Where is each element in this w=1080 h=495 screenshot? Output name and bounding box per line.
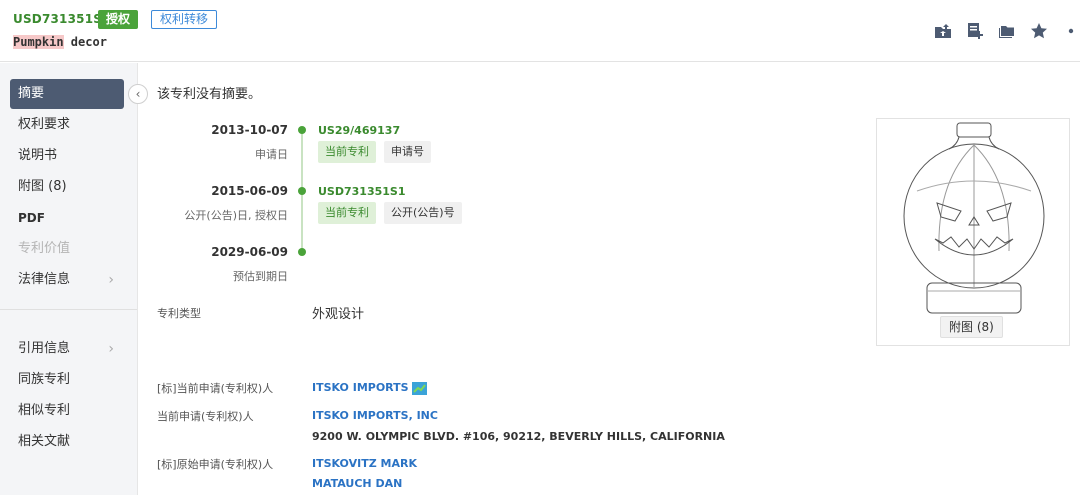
chevron-right-icon: › <box>108 272 114 288</box>
publication-number-link[interactable]: USD731351S1 <box>318 185 405 198</box>
transfer-badge[interactable]: 权利转移 <box>151 10 218 29</box>
original-applicant-label: [标]原始申请(专利权)人 <box>157 458 274 471</box>
std-applicant-label: [标]当前申请(专利权)人 <box>157 382 274 395</box>
sidebar-item-label: 引用信息 <box>18 341 71 356</box>
sidebar-item-description[interactable]: 说明书 <box>10 141 124 171</box>
abstract-text: 该专利没有摘要。 <box>157 87 262 102</box>
timeline-dot <box>298 126 306 134</box>
sidebar-item-label: 摘要 <box>18 86 45 101</box>
timeline-dot <box>298 187 306 195</box>
current-applicant-link[interactable]: ITSKO IMPORTS, INC <box>312 409 438 422</box>
sidebar-item-label: 专利价值 <box>18 241 71 256</box>
figure-panel[interactable]: 附图 (8) <box>876 118 1070 346</box>
sidebar-item-label: 法律信息 <box>18 272 71 287</box>
original-applicant-link[interactable]: MATAUCH DAN <box>312 477 402 490</box>
sidebar-collapse-button[interactable]: ‹ <box>128 84 148 104</box>
current-patent-tag: 当前专利 <box>318 202 376 224</box>
star-icon[interactable] <box>1030 22 1048 40</box>
sidebar-item-similar[interactable]: 相似专利 <box>10 396 124 426</box>
current-patent-tag: 当前专利 <box>318 141 376 163</box>
more-icon[interactable] <box>1062 22 1080 40</box>
timeline-date: 2015-06-09 <box>211 184 288 198</box>
timeline-label: 预估到期日 <box>233 270 288 283</box>
timeline-date: 2029-06-09 <box>211 245 288 259</box>
patent-type-value: 外观设计 <box>312 307 365 322</box>
status-badge: 授权 <box>98 10 139 29</box>
sidebar-divider <box>0 309 137 310</box>
title-rest: decor <box>63 35 107 49</box>
application-number-link[interactable]: US29/469137 <box>318 124 400 137</box>
toolbar <box>934 22 1080 40</box>
patent-header: USD731351S1 授权 权利转移 Pumpkin decor <box>0 0 1080 62</box>
std-applicant-link[interactable]: ITSKO IMPORTS <box>312 381 427 395</box>
patent-number: USD731351S1 <box>13 12 111 26</box>
pumpkin-bottle-drawing <box>903 122 1045 314</box>
sidebar-item-label: 同族专利 <box>18 372 71 387</box>
sidebar-item-family[interactable]: 同族专利 <box>10 365 124 395</box>
sidebar-item-label: PDF <box>18 211 45 225</box>
sidebar-item-drawings[interactable]: 附图 (8) <box>10 172 124 202</box>
company-flag-icon <box>411 381 427 395</box>
view-figures-button[interactable]: 附图 (8) <box>940 316 1003 338</box>
original-applicant-link[interactable]: ITSKOVITZ MARK <box>312 457 417 470</box>
publication-number-tag: 公开(公告)号 <box>384 202 462 224</box>
sidebar-item-label: 附图 (8) <box>18 179 67 194</box>
sidebar-item-legal-info[interactable]: 法律信息 › <box>10 265 124 295</box>
chevron-right-icon: › <box>108 341 114 357</box>
patent-type-label: 专利类型 <box>157 307 201 320</box>
current-applicant-address: 9200 W. OLYMPIC BLVD. #106, 90212, BEVER… <box>312 430 725 443</box>
current-applicant-label: 当前申请(专利权)人 <box>157 410 254 423</box>
timeline-label: 申请日 <box>255 148 288 161</box>
sidebar-item-claims[interactable]: 权利要求 <box>10 110 124 140</box>
std-applicant-name: ITSKO IMPORTS <box>312 381 409 394</box>
timeline-date: 2013-10-07 <box>211 123 288 137</box>
folders-icon[interactable] <box>998 22 1016 40</box>
application-number-tag: 申请号 <box>384 141 431 163</box>
sidebar-item-patent-value: 专利价值 <box>10 234 124 264</box>
sidebar-item-citations[interactable]: 引用信息 › <box>10 334 124 364</box>
sidebar: 摘要 权利要求 说明书 附图 (8) PDF 专利价值 法律信息 › 引用信息 › … <box>0 63 138 495</box>
patent-title: Pumpkin decor <box>13 35 107 49</box>
sidebar-item-label: 相似专利 <box>18 403 71 418</box>
sidebar-item-abstract[interactable]: 摘要 <box>10 79 124 109</box>
sidebar-item-label: 相关文献 <box>18 434 71 449</box>
sidebar-item-pdf[interactable]: PDF <box>10 203 124 233</box>
sidebar-item-label: 权利要求 <box>18 117 71 132</box>
timeline-dot <box>298 248 306 256</box>
sidebar-item-related-docs[interactable]: 相关文献 <box>10 427 124 457</box>
folder-upload-icon[interactable] <box>934 22 952 40</box>
sidebar-item-label: 说明书 <box>18 148 58 163</box>
timeline-label: 公开(公告)日, 授权日 <box>184 209 288 222</box>
title-highlight: Pumpkin <box>13 35 64 49</box>
add-note-icon[interactable] <box>966 22 984 40</box>
